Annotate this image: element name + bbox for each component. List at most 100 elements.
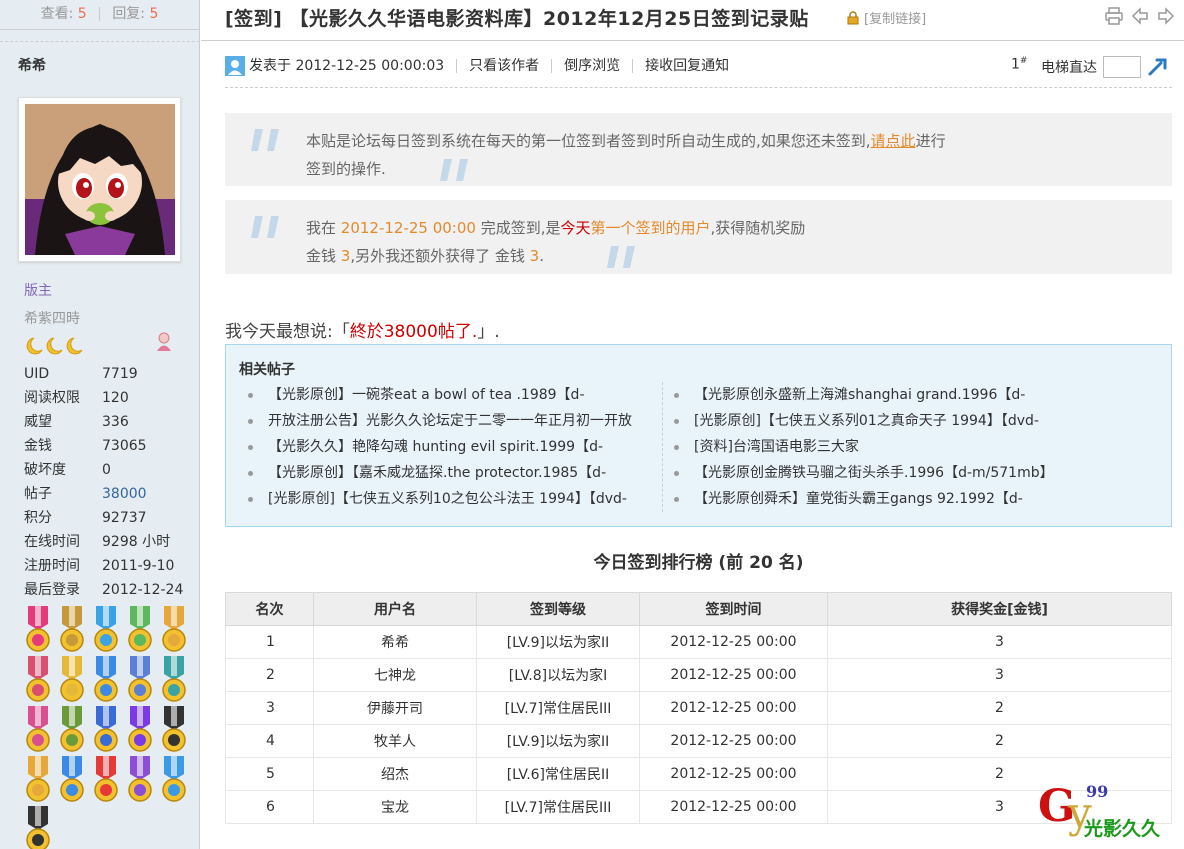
username-cell[interactable]: 宝龙 <box>313 790 477 824</box>
related-thread-link[interactable]: [光影原创]【七侠五义系列01之真命天子 1994】【dvd- <box>674 408 1154 434</box>
profile-row-last-login: 最后登录 2012-12-24 <box>24 582 184 598</box>
col-time: 签到时间 <box>639 592 828 626</box>
prev-thread-icon[interactable] <box>1130 6 1150 26</box>
medal-icon[interactable] <box>22 656 54 704</box>
related-thread-link[interactable]: 开放注册公告】光影久久论坛定于二零一一年正月初一开放 <box>248 408 662 434</box>
level-cell: [LV.7]常住居民III <box>476 691 640 725</box>
medal-icon[interactable] <box>158 706 190 754</box>
elevator-input[interactable] <box>1103 56 1141 78</box>
next-thread-icon[interactable] <box>1156 6 1176 26</box>
rank-cell: 5 <box>225 757 314 791</box>
rank-cell: 6 <box>225 790 314 824</box>
table-row: 4 牧羊人 [LV.9]以坛为家II 2012-12-25 00:00 2 <box>225 724 1172 758</box>
medal-icon[interactable] <box>124 606 156 654</box>
related-thread-link[interactable]: 【光影原创】【嘉禾威龙猛探.the protector.1985【d- <box>248 460 662 486</box>
sign-result-quote: 我在 2012-12-25 00:00 完成签到,是今天第一个签到的用户,获得随… <box>225 200 1172 274</box>
quote-open-icon <box>251 216 279 238</box>
profile-row-uid: UID 7719 <box>24 366 138 382</box>
medal-icon[interactable] <box>56 656 88 704</box>
posts-count-link[interactable]: 38000 <box>102 482 147 506</box>
reward-cell: 2 <box>827 724 1172 758</box>
username-cell[interactable]: 七神龙 <box>313 658 477 692</box>
floor-number[interactable]: 1# <box>1011 56 1027 73</box>
time-cell: 2012-12-25 00:00 <box>639 790 828 824</box>
medal-icon[interactable] <box>90 756 122 804</box>
divider <box>201 40 1184 41</box>
views-label: 查看: <box>40 6 74 22</box>
medal-icon[interactable] <box>22 806 54 849</box>
lock-icon <box>847 10 859 24</box>
medal-icon[interactable] <box>158 606 190 654</box>
profile-row-points: 积分 92737 <box>24 510 147 526</box>
profile-row-destruction: 破坏度 0 <box>24 462 111 478</box>
only-author-link[interactable]: 只看该作者 <box>456 59 551 73</box>
col-level: 签到等级 <box>476 592 640 626</box>
level-cell: [LV.6]常住居民II <box>476 757 640 791</box>
medal-icon[interactable] <box>124 656 156 704</box>
profile-row-money: 金钱 73065 <box>24 438 147 454</box>
medal-icon[interactable] <box>90 606 122 654</box>
related-thread-link[interactable]: [光影原创]【七侠五义系列10之包公斗法王 1994】【dvd- <box>248 486 662 512</box>
medal-icon[interactable] <box>56 756 88 804</box>
female-icon <box>157 332 171 351</box>
author-sidebar: 查看: 5 | 回复: 5 希希 版主 希紫四時 UID 7719 阅读权限 1… <box>0 0 200 849</box>
medal-icon[interactable] <box>124 756 156 804</box>
rank-body: 1 希希 [LV.9]以坛为家II 2012-12-25 00:00 3 2 七神龙 [LV.… <box>225 625 1172 824</box>
related-title: 相关帖子 <box>239 362 295 378</box>
reverse-order-link[interactable]: 倒序浏览 <box>551 59 632 73</box>
profile-row-online-time: 在线时间 9298 小时 <box>24 534 171 550</box>
author-name[interactable]: 希希 <box>18 55 46 75</box>
title-tools <box>1104 6 1176 26</box>
table-row: 2 七神龙 [LV.8]以坛为家I 2012-12-25 00:00 3 <box>225 658 1172 692</box>
related-thread-link[interactable]: 【光影久久】艳降勾魂 hunting evil spirit.1999【d- <box>248 434 662 460</box>
username-cell[interactable]: 希希 <box>313 625 477 659</box>
medal-icon[interactable] <box>158 656 190 704</box>
related-thread-link[interactable]: [资料]台湾国语电影三大家 <box>674 434 1154 460</box>
related-thread-link[interactable]: 【光影原创永盛新上海滩shanghai grand.1996【d- <box>674 382 1154 408</box>
level-moons-icon <box>26 337 83 355</box>
go-floor-icon[interactable] <box>1147 56 1169 78</box>
related-left-column: 【光影原创】一碗茶eat a bowl of tea .1989【d- 开放注册公… <box>248 382 663 512</box>
profile-info: UID 7719 阅读权限 120 威望 336 金钱 73065 破坏度 0 帖子 380… <box>24 362 194 602</box>
username-cell[interactable]: 牧羊人 <box>313 724 477 758</box>
medal-icon[interactable] <box>22 756 54 804</box>
table-header-row: 名次 用户名 签到等级 签到时间 获得奖金[金钱] <box>225 592 1172 626</box>
username-cell[interactable]: 伊藤开司 <box>313 691 477 725</box>
medal-icon[interactable] <box>158 756 190 804</box>
related-thread-link[interactable]: 【光影原创】一碗茶eat a bowl of tea .1989【d- <box>248 382 662 408</box>
bullet-icon <box>674 418 679 424</box>
table-row: 1 希希 [LV.9]以坛为家II 2012-12-25 00:00 3 <box>225 625 1172 659</box>
related-thread-link[interactable]: 【光影原创金腾铁马骝之街头杀手.1996【d-m/571mb】 <box>674 460 1154 486</box>
related-thread-link[interactable]: 【光影原创舜禾】童党街头霸王gangs 92.1992【d- <box>674 486 1154 512</box>
svg-text:光影久久: 光影久久 <box>1083 817 1161 839</box>
rank-cell: 1 <box>225 625 314 659</box>
copy-link[interactable]: [复制链接] <box>846 8 926 27</box>
copy-link-label[interactable]: [复制链接] <box>864 8 926 27</box>
time-cell: 2012-12-25 00:00 <box>639 691 828 725</box>
medal-icon[interactable] <box>90 706 122 754</box>
medal-icon[interactable] <box>22 706 54 754</box>
bullet-icon <box>248 418 253 424</box>
level-cell: [LV.9]以坛为家II <box>476 724 640 758</box>
views-count: 5 <box>77 6 87 22</box>
medal-icon[interactable] <box>22 606 54 654</box>
quote-open-icon <box>251 129 279 151</box>
reply-notify-link[interactable]: 接收回复通知 <box>632 59 741 73</box>
online-status-icon <box>225 56 245 76</box>
profile-row-read-permission: 阅读权限 120 <box>24 390 129 406</box>
medal-icon[interactable] <box>90 656 122 704</box>
elevator: 电梯直达 <box>1041 56 1169 78</box>
rank-cell: 3 <box>225 691 314 725</box>
divider <box>0 41 200 42</box>
svg-text:99: 99 <box>1086 782 1108 801</box>
medal-icon[interactable] <box>56 606 88 654</box>
user-group[interactable]: 版主 <box>24 280 52 300</box>
sign-in-link[interactable]: 请点此 <box>871 132 916 150</box>
username-cell[interactable]: 绍杰 <box>313 757 477 791</box>
medal-icon[interactable] <box>124 706 156 754</box>
print-icon[interactable] <box>1104 6 1124 26</box>
bullet-icon <box>674 392 679 398</box>
medal-icon[interactable] <box>56 706 88 754</box>
avatar[interactable] <box>25 104 175 255</box>
elevator-label: 电梯直达 <box>1041 60 1097 76</box>
